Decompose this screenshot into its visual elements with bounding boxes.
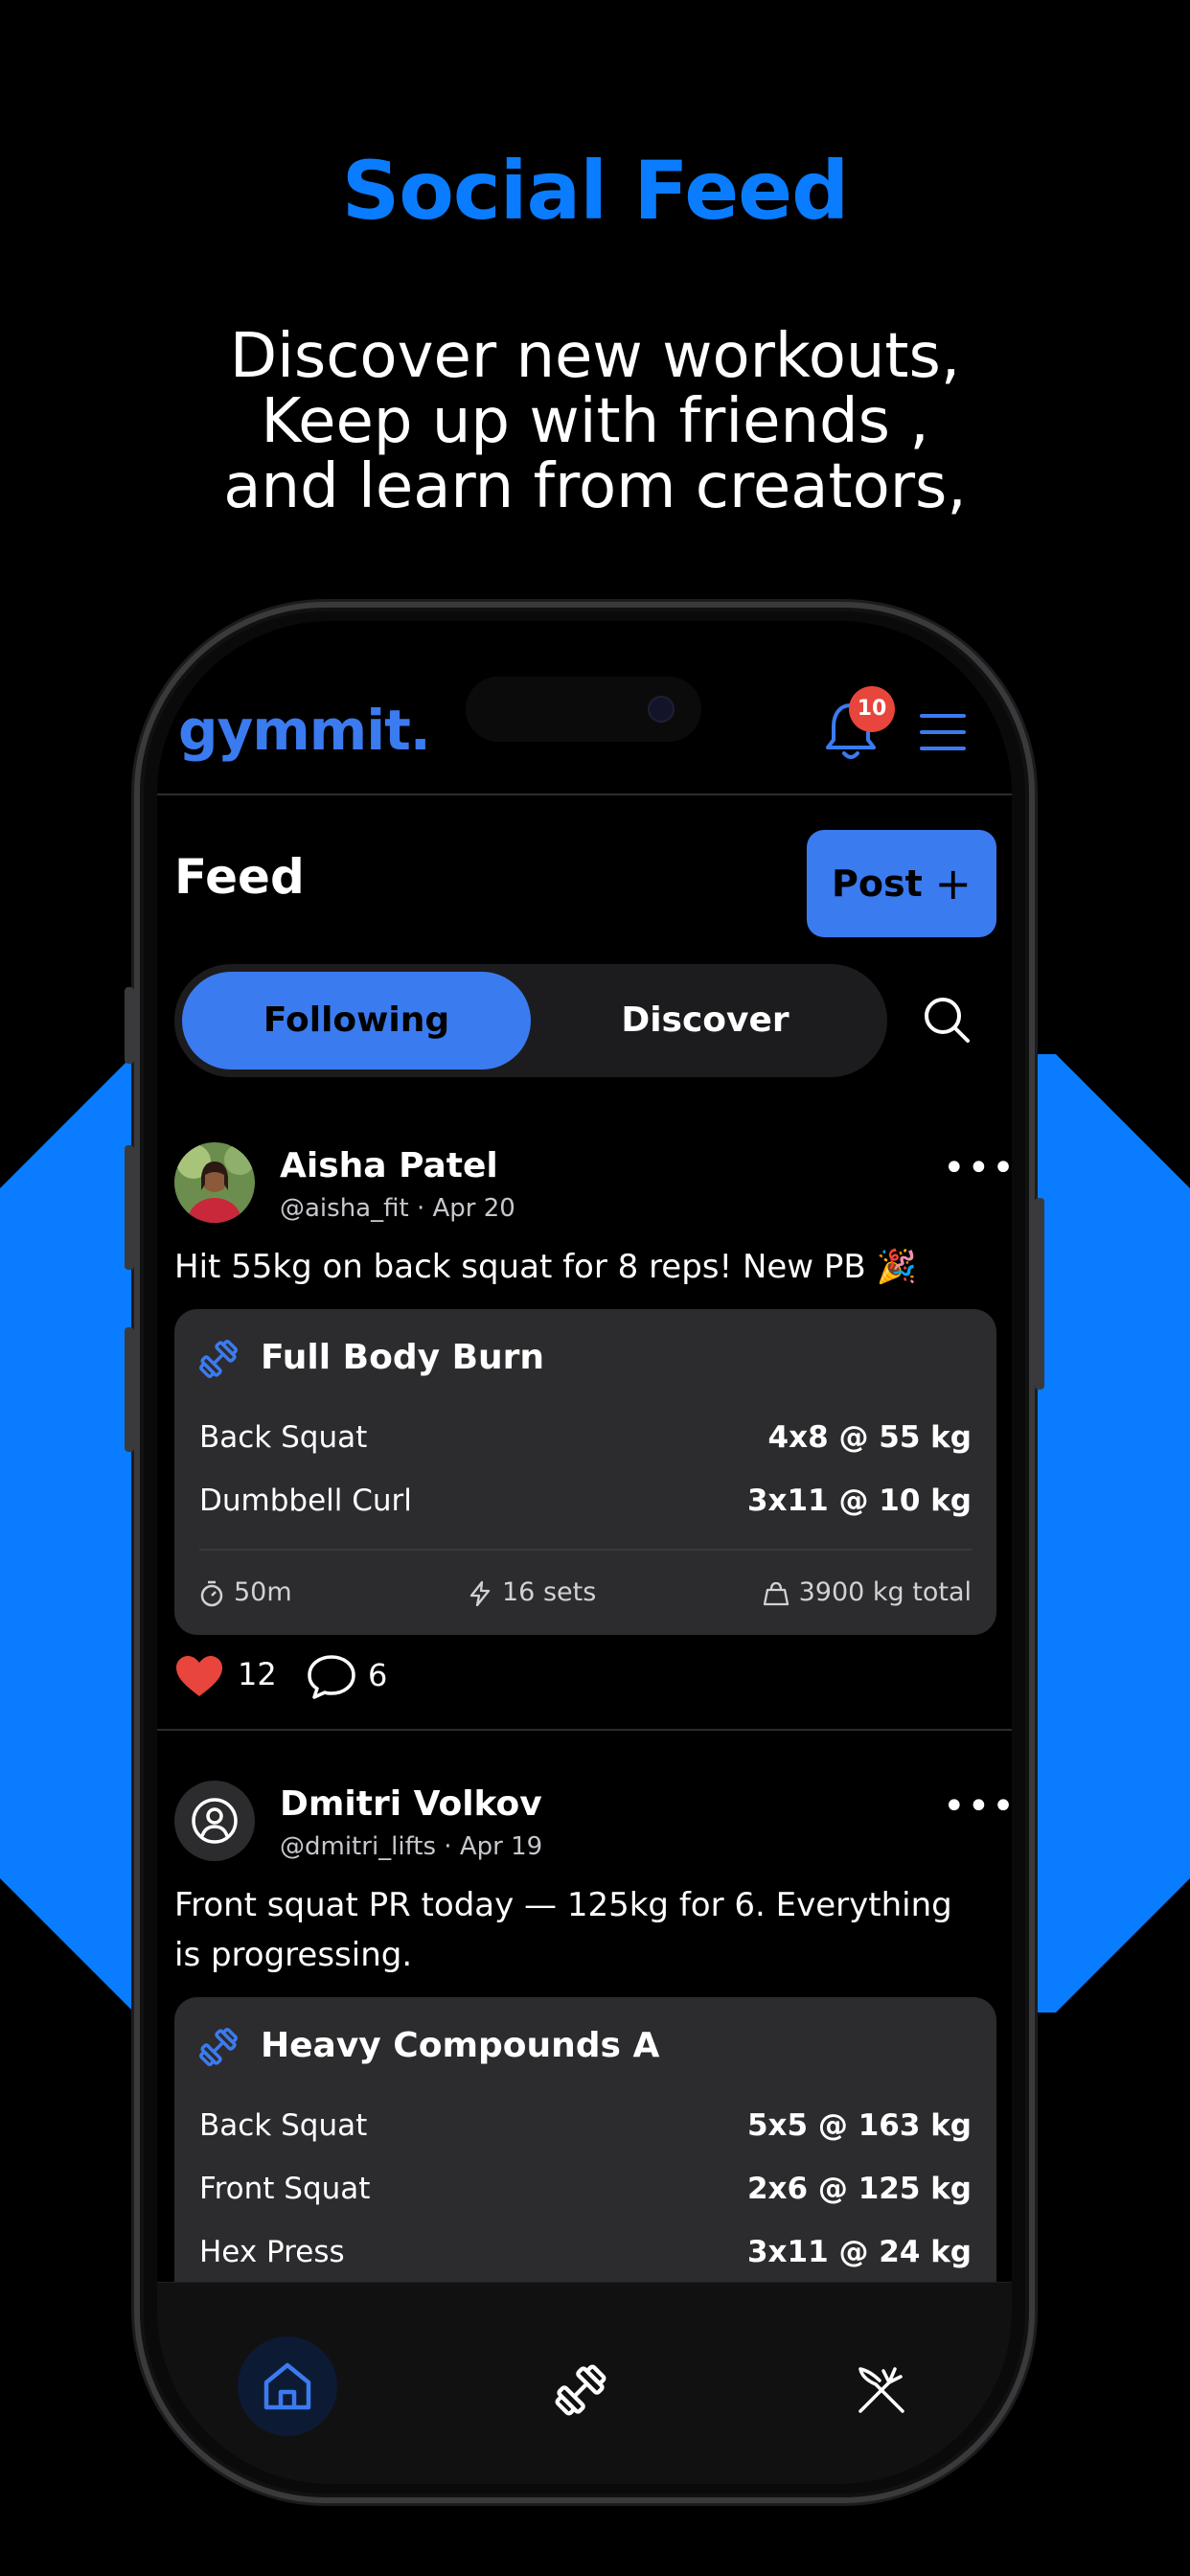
volume-value: 3900 kg total [798,1577,972,1607]
promo-line: and learn from creators, [223,451,967,522]
workout-card[interactable]: Heavy Compounds A Back Squat 5x5 @ 163 k… [174,1997,996,2323]
exercise-name: Dumbbell Curl [199,1484,412,1518]
avatar[interactable] [174,1142,255,1223]
duration-value: 50m [234,1577,292,1607]
dumbbell-icon [198,1339,239,1379]
hamburger-menu-icon[interactable] [920,712,966,752]
tab-following[interactable]: Following [182,972,531,1070]
notification-badge: 10 [849,686,895,732]
dynamic-island [466,677,701,742]
post-button-label: Post [832,862,923,905]
workout-title: Heavy Compounds A [261,2026,660,2065]
card-divider [199,1549,972,1551]
exercise-value: 3x11 @ 24 kg [746,2235,972,2269]
user-placeholder-icon [192,1798,238,1844]
phone-button [1035,1198,1044,1390]
exercise-name: Hex Press [199,2235,345,2269]
exercise-value: 4x8 @ 55 kg [767,1420,972,1455]
promo-line: Discover new workouts, [229,321,961,392]
post-author-name[interactable]: Dmitri Volkov [280,1784,542,1824]
duration-stat: 50m [199,1577,292,1607]
post-button[interactable]: Post + [807,830,996,937]
nav-workouts-dumbbell-icon[interactable] [550,2359,611,2421]
exercise-row: Back Squat 4x8 @ 55 kg [199,1420,972,1468]
workout-card[interactable]: Full Body Burn Back Squat 4x8 @ 55 kg Du… [174,1309,996,1635]
post-author-name[interactable]: Aisha Patel [280,1146,498,1185]
page-title: Feed [174,849,305,905]
exercise-name: Back Squat [199,1420,368,1455]
comment-icon [308,1655,355,1699]
dumbbell-icon [198,2027,239,2067]
post-divider [157,1729,1012,1731]
more-options-icon[interactable]: ••• [943,1784,1012,1828]
feed-tab-switcher: Following Discover [174,964,887,1077]
exercise-value: 3x11 @ 10 kg [746,1484,972,1518]
exercise-row: Dumbbell Curl 3x11 @ 10 kg [199,1484,972,1531]
workout-title: Full Body Burn [261,1338,545,1377]
heart-icon [176,1656,222,1696]
tab-discover[interactable]: Discover [531,972,880,1070]
exercise-name: Front Squat [199,2172,371,2206]
lightning-icon [469,1580,491,1606]
post-author-meta: @aisha_fit · Apr 20 [280,1194,515,1223]
phone-button [125,1145,134,1270]
avatar-photo [174,1142,255,1223]
plus-icon: + [934,858,972,909]
avatar[interactable] [174,1781,255,1861]
like-count: 12 [238,1656,277,1692]
exercise-row: Front Squat 2x6 @ 125 kg [199,2172,972,2220]
exercise-row: Hex Press 3x11 @ 24 kg [199,2235,972,2283]
exercise-row: Back Squat 5x5 @ 163 kg [199,2108,972,2156]
header-divider [157,794,1012,795]
more-options-icon[interactable]: ••• [943,1146,1012,1190]
bottom-nav [157,2282,1012,2484]
nav-nutrition-fork-knife-icon[interactable] [851,2359,912,2421]
promo-headline: Social Feed [341,144,850,238]
stopwatch-icon [200,1580,223,1606]
comment-button[interactable]: 6 [307,1654,387,1700]
post-text: Front squat PR today — 125kg for 6. Ever… [174,1886,952,1974]
phone-button [125,987,134,1064]
phone-button [125,1327,134,1452]
camera-icon [648,696,675,723]
workout-stats: 50m 16 sets 3900 kg total [199,1577,972,1616]
promo-line: Keep up with friends , [261,386,929,457]
exercise-value: 2x6 @ 125 kg [746,2172,972,2206]
sets-value: 16 sets [502,1577,597,1607]
sets-stat: 16 sets [468,1577,596,1607]
app-logo: gymmit. [178,698,431,763]
nav-home[interactable] [238,2336,337,2436]
promo-subheadline: Discover new workouts, Keep up with frie… [0,324,1190,519]
exercise-name: Back Squat [199,2108,368,2143]
post-author-meta: @dmitri_lifts · Apr 19 [280,1832,543,1861]
home-icon [263,2362,311,2410]
volume-stat: 3900 kg total [763,1577,972,1607]
exercise-value: 5x5 @ 163 kg [746,2108,972,2143]
search-icon[interactable] [920,993,973,1046]
post-text: Hit 55kg on back squat for 8 reps! New P… [174,1248,917,1286]
app-screen: gymmit. 10 Feed Post + Following Discove… [157,621,1012,2484]
comment-count: 6 [368,1657,388,1693]
weight-icon [763,1581,789,1605]
like-button[interactable]: 12 [174,1654,277,1698]
